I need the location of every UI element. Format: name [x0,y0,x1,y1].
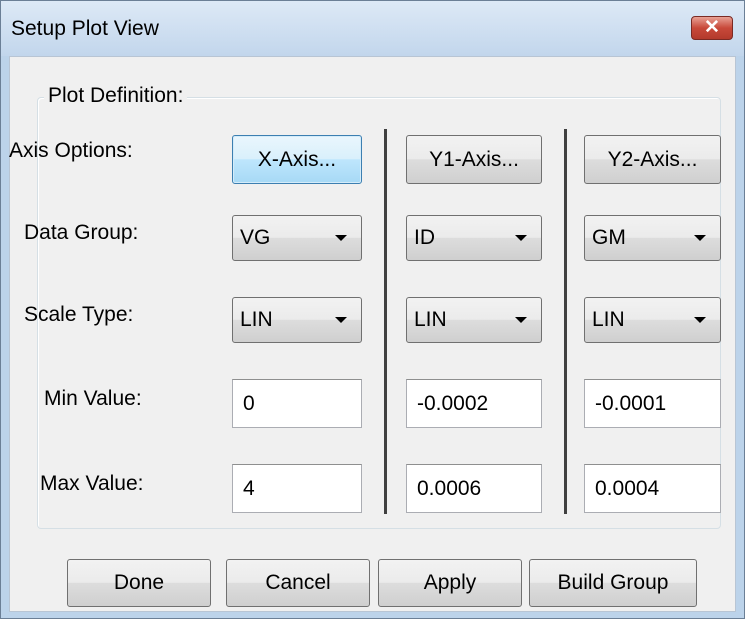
y1-data-group-select[interactable]: ID [406,215,542,261]
y1-max-value-input[interactable]: 0.0006 [406,464,542,513]
cancel-button[interactable]: Cancel [226,559,370,607]
x-data-group-value: VG [240,226,271,249]
y2-data-group-select[interactable]: GM [584,215,721,261]
y1-data-group-value: ID [414,226,435,249]
plot-definition-label: Plot Definition: [44,84,188,108]
chevron-down-icon [515,235,527,241]
y1-max-value: 0.0006 [417,477,482,500]
x-data-group-select[interactable]: VG [232,215,362,261]
x-min-value: 0 [243,392,255,415]
window-title: Setup Plot View [11,17,159,40]
x-max-value: 4 [243,477,255,500]
min-value-label: Min Value: [44,387,142,410]
y2-data-group-value: GM [592,226,626,249]
y2-scale-type-value: LIN [592,308,625,331]
y1-scale-type-select[interactable]: LIN [406,297,542,343]
x-scale-type-value: LIN [240,308,273,331]
title-bar[interactable]: Setup Plot View ✕ [1,1,744,56]
x-max-value-input[interactable]: 4 [232,464,362,513]
dialog-body: Plot Definition: Axis Options: Data Grou… [9,56,736,612]
done-button[interactable]: Done [67,559,211,607]
y2-scale-type-select[interactable]: LIN [584,297,721,343]
max-value-label: Max Value: [40,472,144,495]
x-scale-type-select[interactable]: LIN [232,297,362,343]
y2-axis-button[interactable]: Y2-Axis... [584,135,721,184]
chevron-down-icon [515,317,527,323]
y1-min-value-input[interactable]: -0.0002 [406,379,542,428]
y2-min-value-input[interactable]: -0.0001 [584,379,721,428]
y1-scale-type-value: LIN [414,308,447,331]
build-group-button[interactable]: Build Group [529,559,697,607]
x-min-value-input[interactable]: 0 [232,379,362,428]
y2-max-value: 0.0004 [595,477,660,500]
data-group-label: Data Group: [24,221,139,244]
apply-button[interactable]: Apply [378,559,522,607]
y1-axis-button[interactable]: Y1-Axis... [406,135,542,184]
column-divider-y1 [384,129,387,514]
chevron-down-icon [694,317,706,323]
chevron-down-icon [694,235,706,241]
chevron-down-icon [335,235,347,241]
x-axis-button[interactable]: X-Axis... [232,135,362,184]
y2-min-value: -0.0001 [595,392,667,415]
close-icon: ✕ [704,17,720,38]
chevron-down-icon [335,317,347,323]
close-button[interactable]: ✕ [691,16,733,40]
axis-options-label: Axis Options: [9,139,133,162]
y1-min-value: -0.0002 [417,392,489,415]
y2-max-value-input[interactable]: 0.0004 [584,464,721,513]
setup-plot-view-dialog: Setup Plot View ✕ Plot Definition: Axis … [0,0,745,619]
scale-type-label: Scale Type: [24,303,134,326]
column-divider-y2 [564,129,567,514]
